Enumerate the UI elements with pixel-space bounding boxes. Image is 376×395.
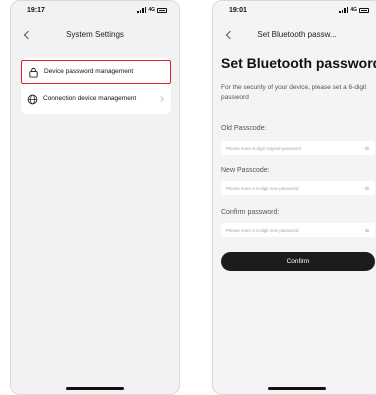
home-indicator: [66, 387, 124, 390]
signal-icon: [137, 7, 147, 13]
signal-icon: [339, 7, 349, 13]
new-passcode-input[interactable]: [221, 181, 375, 195]
confirm-password-input[interactable]: [221, 223, 375, 237]
menu-item-label: Device password management: [44, 68, 134, 75]
nav-bar: System Settings: [11, 27, 179, 45]
status-icons: 4G: [137, 7, 167, 13]
page-title: System Settings: [66, 30, 124, 39]
new-passcode-label: New Passcode:: [221, 167, 270, 174]
battery-icon: [157, 7, 167, 13]
status-time: 19:01: [229, 7, 247, 14]
globe-icon: [27, 94, 38, 105]
lock-icon: [29, 67, 38, 78]
menu-item-connection-devices[interactable]: Connection device management: [21, 88, 171, 112]
status-bar: 19:17 4G: [11, 1, 179, 21]
network-type: 4G: [148, 7, 155, 13]
status-bar: 19:01 4G: [213, 1, 376, 21]
screen-heading: Set Bluetooth password: [221, 55, 376, 71]
battery-icon: [359, 7, 369, 13]
confirm-button[interactable]: Confirm: [221, 252, 375, 271]
home-indicator: [268, 387, 326, 390]
old-passcode-label: Old Passcode:: [221, 125, 267, 132]
status-icons: 4G: [339, 7, 369, 13]
menu-item-device-password[interactable]: Device password management: [21, 60, 171, 84]
confirm-password-label: Confirm password:: [221, 209, 280, 216]
status-time: 19:17: [27, 7, 45, 14]
old-passcode-input[interactable]: [221, 141, 375, 155]
menu-item-label: Connection device management: [43, 95, 137, 102]
eye-icon[interactable]: [365, 147, 369, 150]
settings-menu: Device password management Connection de…: [21, 58, 171, 114]
page-title: Set Bluetooth passw...: [257, 30, 337, 39]
network-type: 4G: [350, 7, 357, 13]
set-bluetooth-password-screen: 19:01 4G Set Bluetooth passw... Set Blue…: [212, 0, 376, 395]
eye-icon[interactable]: [365, 187, 369, 190]
nav-bar: Set Bluetooth passw...: [213, 27, 376, 45]
security-description: For the security of your device, please …: [221, 84, 367, 101]
eye-icon[interactable]: [365, 229, 369, 232]
system-settings-screen: 19:17 4G System Settings Device password…: [10, 0, 180, 395]
chevron-right-icon: [158, 96, 164, 102]
